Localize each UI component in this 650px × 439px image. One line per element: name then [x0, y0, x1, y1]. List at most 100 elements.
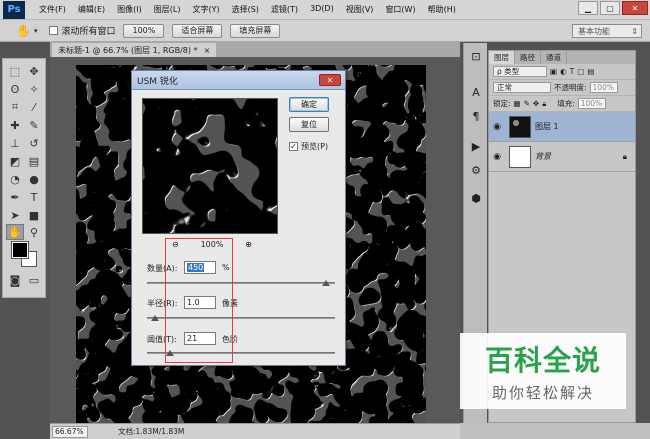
scroll-all-windows-option[interactable]: 滚动所有窗口 [49, 24, 115, 37]
menu-help[interactable]: 帮助(H) [422, 4, 462, 15]
image-filter-icon[interactable]: ▣ [550, 67, 557, 76]
layer-thumbnail [509, 115, 531, 138]
chevron-down-icon: ⇕ [631, 26, 638, 36]
type-filter-icon[interactable]: T [570, 67, 575, 76]
lock-icon: 🔒︎ [622, 151, 627, 161]
shape-tool-icon[interactable]: ■ [25, 207, 43, 223]
history-brush-tool-icon[interactable]: ↺ [25, 135, 43, 151]
radius-slider-thumb[interactable] [150, 315, 159, 321]
actions-panel-icon[interactable]: ▶ [467, 137, 485, 155]
brush-tool-icon[interactable]: ✎ [25, 117, 43, 133]
smart-object-filter-icon[interactable]: ▤ [587, 67, 594, 76]
fill-label: 填充: [557, 99, 575, 108]
eraser-tool-icon[interactable]: ◩ [6, 153, 24, 169]
hand-tool-icon[interactable]: ✋ [6, 224, 24, 240]
preview-texture [143, 99, 277, 233]
actual-pixels-button[interactable]: 100% [123, 23, 165, 38]
paragraph-panel-icon[interactable]: ¶ [467, 107, 485, 125]
scroll-all-windows-label: 滚动所有窗口 [61, 27, 116, 37]
shape-filter-icon[interactable]: ▢ [577, 67, 584, 76]
highlight-annotation-box [165, 238, 233, 363]
marquee-tool-icon[interactable]: ⬚ [6, 63, 24, 79]
close-icon[interactable]: × [204, 46, 211, 55]
fill-screen-button[interactable]: 填充屏幕 [230, 23, 281, 38]
3d-panel-icon[interactable]: ⬢ [467, 189, 485, 207]
history-panel-icon[interactable]: ⊡ [467, 47, 485, 65]
minimize-button[interactable]: ▁ [578, 1, 598, 15]
lock-all-icon[interactable]: 🔒︎ [542, 99, 546, 109]
lock-row: 锁定: ▦ ✎ ✥ 🔒︎ 填充: 100% [489, 96, 635, 112]
opacity-input[interactable]: 100% [589, 82, 618, 93]
menu-filter[interactable]: 滤镜(T) [265, 4, 304, 15]
menu-view[interactable]: 视图(V) [340, 4, 380, 15]
scroll-all-windows-checkbox[interactable] [49, 26, 59, 35]
preview-checkbox[interactable]: ✓ [289, 142, 298, 151]
layer-item-layer1[interactable]: ◉ 图层 1 [489, 112, 635, 142]
workspace-select[interactable]: 基本功能 ⇕ [572, 24, 642, 38]
type-tool-icon[interactable]: T [25, 189, 43, 205]
visibility-eye-icon[interactable]: ◉ [489, 122, 505, 132]
preview-label: 预览(P) [301, 142, 329, 151]
document-info: 文档:1.83M/1.83M [118, 427, 185, 436]
stamp-tool-icon[interactable]: ⊥ [6, 135, 24, 151]
tools-panel: ⬚ ✥ ʘ ✧ ⌗ ⁄ ✚ ✎ ⊥ ↺ ◩ ▤ ◔ ● ✒ T ➤ ■ ✋ ⚲ … [2, 58, 46, 298]
healing-brush-tool-icon[interactable]: ✚ [6, 117, 24, 133]
visibility-eye-icon[interactable]: ◉ [489, 152, 505, 162]
chevron-down-icon[interactable]: ▾ [34, 27, 38, 35]
path-select-tool-icon[interactable]: ➤ [6, 207, 24, 223]
layer-item-background[interactable]: ◉ 背景 🔒︎ [489, 142, 635, 172]
blend-mode-select[interactable]: 正常 [493, 82, 551, 93]
lock-position-icon[interactable]: ✥ [533, 99, 539, 108]
ok-button[interactable]: 确定 [289, 97, 329, 112]
menu-window[interactable]: 窗口(W) [379, 4, 421, 15]
tab-paths[interactable]: 路径 [515, 51, 541, 64]
menu-3d[interactable]: 3D(D) [304, 4, 340, 15]
menu-type[interactable]: 文字(Y) [186, 4, 225, 15]
foreground-color-swatch[interactable] [11, 241, 29, 259]
pen-tool-icon[interactable]: ✒ [6, 189, 24, 205]
hand-tool-icon[interactable]: ✋ [16, 24, 31, 38]
crop-tool-icon[interactable]: ⌗ [6, 99, 24, 115]
layer-filter-label: ρ 类型 [497, 67, 520, 76]
tab-layers[interactable]: 图层 [489, 51, 515, 64]
menu-select[interactable]: 选择(S) [226, 4, 265, 15]
tab-channels[interactable]: 通道 [541, 51, 567, 64]
magic-wand-tool-icon[interactable]: ✧ [25, 81, 43, 97]
fill-input[interactable]: 100% [577, 98, 606, 109]
lock-label: 锁定: [493, 99, 511, 108]
layers-panel-tabs: 图层 路径 通道 [489, 51, 635, 64]
lasso-tool-icon[interactable]: ʘ [6, 81, 24, 97]
blur-tool-icon[interactable]: ◔ [6, 171, 24, 187]
reset-button[interactable]: 复位 [289, 117, 329, 132]
character-panel-icon[interactable]: A [467, 83, 485, 101]
screen-mode-icon[interactable]: ▭ [25, 272, 43, 288]
fit-screen-button[interactable]: 适合屏幕 [172, 23, 223, 38]
document-tab[interactable]: 未标题-1 @ 66.7% (图层 1, RGB/8) * × [52, 43, 217, 57]
amount-slider-thumb[interactable] [321, 280, 330, 286]
zoom-level-input[interactable]: 66.67% [52, 425, 88, 438]
move-tool-icon[interactable]: ✥ [25, 63, 43, 79]
preview-option[interactable]: ✓ 预览(P) [289, 141, 328, 152]
eyedropper-tool-icon[interactable]: ⁄ [25, 99, 43, 115]
window-controls: ▁ ▢ ✕ [578, 1, 648, 15]
menu-edit[interactable]: 编辑(E) [72, 4, 111, 15]
photoshop-logo: Ps [3, 0, 25, 19]
layer-filter-select[interactable]: ρ 类型 [493, 66, 547, 77]
lock-transparency-icon[interactable]: ▦ [514, 99, 521, 108]
gradient-tool-icon[interactable]: ▤ [25, 153, 43, 169]
zoom-tool-icon[interactable]: ⚲ [25, 224, 43, 240]
zoom-in-icon[interactable]: ⊕ [245, 240, 252, 249]
restore-button[interactable]: ▢ [600, 1, 620, 15]
dialog-close-button[interactable]: ✕ [319, 74, 341, 86]
properties-panel-icon[interactable]: ⚙ [467, 161, 485, 179]
menu-image[interactable]: 图像(I) [111, 4, 148, 15]
filter-preview[interactable] [142, 98, 278, 234]
adjustment-filter-icon[interactable]: ◐ [560, 67, 567, 76]
quick-mask-icon[interactable]: ◙ [6, 272, 24, 288]
layer-name: 背景 [535, 152, 551, 161]
close-button[interactable]: ✕ [622, 1, 648, 15]
dodge-tool-icon[interactable]: ● [25, 171, 43, 187]
lock-pixels-icon[interactable]: ✎ [524, 99, 530, 108]
menu-file[interactable]: 文件(F) [33, 4, 72, 15]
menu-layer[interactable]: 图层(L) [148, 4, 187, 15]
